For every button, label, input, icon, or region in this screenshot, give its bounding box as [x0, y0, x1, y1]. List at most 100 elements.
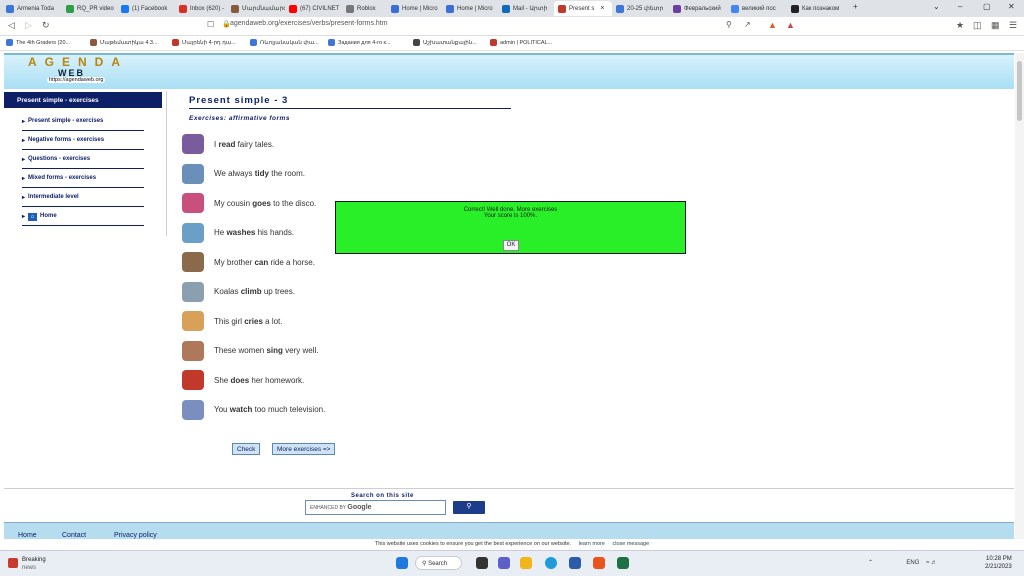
browser-tab[interactable]: 20-25 փետր [612, 1, 669, 16]
bookmark-label: Задания для 4-го к... [338, 39, 391, 46]
more-exercises-button[interactable]: More exercises => [272, 443, 336, 455]
bookmark-item[interactable]: Աշխատանքային... [413, 39, 477, 46]
bookmark-icon[interactable]: ☐ [207, 20, 214, 29]
verb-answer[interactable]: climb [241, 287, 262, 296]
browser-tab[interactable]: (67) CIVILNET [285, 1, 342, 16]
chevron-up-icon[interactable]: ⌃ [868, 560, 873, 566]
browser-tab[interactable]: Մարմնամարզ [227, 1, 285, 16]
sentence-row: This girl cries a lot. [182, 310, 283, 332]
sidebar-item-questions[interactable]: ▸ Questions - exercises [22, 150, 144, 169]
arrow-icon: ▸ [22, 195, 26, 201]
news-subtitle: news [22, 565, 37, 571]
windows-start-icon[interactable] [396, 557, 408, 569]
sentence-row: He washes his hands. [182, 222, 294, 244]
extensions-icon[interactable]: ★ [956, 20, 964, 31]
share-icon[interactable]: ↗ [744, 20, 751, 29]
check-button[interactable]: Check [232, 443, 261, 455]
back-icon[interactable]: ◁ [8, 20, 15, 31]
browser-tab[interactable]: Как познаком [787, 1, 847, 16]
browser-tab[interactable]: Armenia Toda [2, 1, 62, 16]
browser-tab[interactable]: Inbox (620) - [175, 1, 227, 16]
tab-favicon-icon [446, 4, 454, 13]
language-indicator[interactable]: ENG [906, 560, 919, 566]
bookmark-label: admin | POLITICAL... [500, 39, 553, 46]
bookmark-item[interactable]: Ռևոլյանական փա... [250, 39, 319, 46]
footer-link-contact[interactable]: Contact [62, 532, 86, 539]
browser-tab[interactable]: (1) Facebook [117, 1, 175, 16]
browser-tab[interactable]: Mail - Արտի [498, 1, 554, 16]
tab-favicon-icon [673, 4, 681, 13]
brave-icon[interactable] [593, 557, 605, 569]
task-view-icon[interactable] [476, 557, 488, 569]
bookmark-item[interactable]: Задания для 4-го к... [328, 39, 391, 46]
taskbar-search[interactable]: ⚲ Search [415, 556, 462, 570]
browser-tab[interactable]: великий пос [727, 1, 787, 16]
browser-tab[interactable]: Home | Micro [387, 1, 442, 16]
verb-answer[interactable]: watch [230, 405, 253, 414]
teams-icon[interactable] [498, 557, 510, 569]
verb-answer[interactable]: tidy [255, 169, 269, 178]
footer-link-home[interactable]: Home [18, 532, 37, 539]
verb-answer[interactable]: does [230, 376, 249, 385]
browser-tab[interactable]: RQ_PR video [62, 1, 117, 16]
verb-answer[interactable]: cries [244, 317, 263, 326]
forward-icon[interactable]: ▷ [25, 20, 32, 31]
site-logo[interactable]: AGENDA WEB https://agendaweb.org [28, 55, 148, 89]
scrollbar-thumb[interactable] [1017, 61, 1022, 121]
wallet-icon[interactable]: ▦ [991, 20, 1000, 31]
volume-icon[interactable]: ♬ [931, 560, 937, 566]
bookmark-item[interactable]: Մայրենի 4-րդ դա... [172, 39, 236, 46]
reload-icon[interactable]: ↻ [42, 20, 50, 31]
news-icon [8, 558, 18, 568]
browser-tab[interactable]: Roblox [342, 1, 387, 16]
brave-shield-icon[interactable]: ▲ [768, 20, 777, 30]
page-scrollbar[interactable] [1015, 53, 1024, 539]
chevron-down-icon[interactable]: ⌄ [933, 2, 940, 11]
browser-tab[interactable]: Февральский [669, 1, 727, 16]
close-message-link[interactable]: close message [612, 541, 649, 547]
bookmark-item[interactable]: admin | POLITICAL... [490, 39, 552, 46]
system-tray[interactable]: ⌃ ENG ≈ ♬ [868, 559, 937, 566]
verb-answer[interactable]: washes [226, 228, 255, 237]
search-button[interactable]: ⚲ [453, 501, 485, 514]
rewards-icon[interactable]: ▲ [786, 20, 795, 30]
browser-tab[interactable]: Present s × [554, 1, 612, 16]
news-widget[interactable]: Breaking news [8, 556, 46, 572]
sidebar-item-home[interactable]: ▸ ⌂ Home [22, 207, 144, 226]
close-tab-icon[interactable]: × [600, 5, 604, 12]
verb-answer[interactable]: sing [266, 346, 282, 355]
sidebar-item-negative-forms[interactable]: ▸ Negative forms - exercises [22, 131, 144, 150]
clock[interactable]: 10:28 PM 2/21/2023 [985, 555, 1012, 571]
verb-answer[interactable]: goes [252, 199, 271, 208]
new-tab-button[interactable]: + [853, 2, 858, 11]
page-title: Present simple - 3 [189, 95, 289, 106]
excel-icon[interactable] [617, 557, 629, 569]
file-explorer-icon[interactable] [520, 557, 532, 569]
bookmark-item[interactable]: Մաթեմատիկա 4.3... [90, 39, 158, 46]
maximize-icon[interactable]: ▢ [983, 2, 991, 11]
verb-answer[interactable]: can [254, 258, 268, 267]
url-text[interactable]: agendaweb.org/exercises/verbs/present-fo… [230, 20, 388, 27]
minimize-icon[interactable]: – [958, 2, 962, 11]
sentence-prefix: My brother [214, 257, 255, 267]
footer-link-privacy[interactable]: Privacy policy [114, 532, 157, 539]
sidebar-toggle-icon[interactable]: ◫ [973, 20, 982, 31]
learn-more-link[interactable]: learn more [579, 541, 605, 547]
sidebar-item-present-simple[interactable]: ▸ Present simple - exercises [22, 112, 144, 131]
browser-tab[interactable]: Home | Micro [442, 1, 498, 16]
zoom-icon[interactable]: ⚲ [726, 20, 732, 29]
ok-button[interactable]: OK [503, 240, 519, 251]
close-window-icon[interactable]: ✕ [1008, 2, 1015, 11]
sidebar-item-mixed-forms[interactable]: ▸ Mixed forms - exercises [22, 169, 144, 188]
menu-icon[interactable]: ☰ [1009, 20, 1017, 31]
tab-favicon-icon [558, 4, 566, 13]
verb-answer[interactable]: read [218, 140, 235, 149]
bookmark-item[interactable]: The 4th Graders (20... [6, 39, 70, 46]
tab-favicon-icon [6, 4, 14, 13]
edge-icon[interactable] [545, 557, 557, 569]
wifi-icon[interactable]: ≈ [926, 560, 929, 566]
store-icon[interactable] [569, 557, 581, 569]
search-input[interactable]: ENHANCED BY Google [305, 500, 446, 515]
clock-time: 10:28 PM [986, 556, 1012, 562]
sidebar-item-intermediate[interactable]: ▸ Intermediate level [22, 188, 144, 207]
